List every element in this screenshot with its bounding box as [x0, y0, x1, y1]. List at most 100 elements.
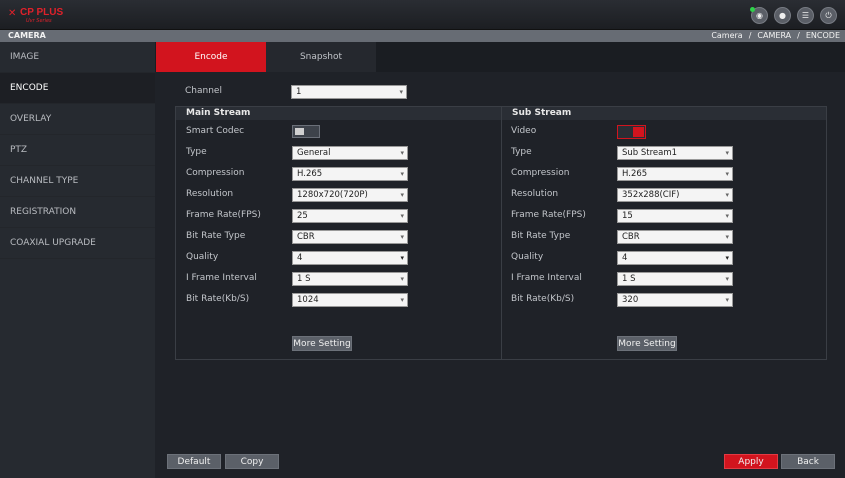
- chevron-down-icon: ▾: [400, 233, 404, 241]
- chevron-down-icon: ▾: [400, 296, 404, 304]
- smart-codec-label: Smart Codec: [186, 126, 245, 136]
- back-button[interactable]: Back: [781, 454, 835, 469]
- main-compression-value: H.265: [297, 169, 323, 179]
- logo-brand-text: CP PLUS: [20, 7, 64, 18]
- main-more-setting-button[interactable]: More Setting: [292, 336, 352, 351]
- tab-encode[interactable]: Encode: [156, 42, 266, 72]
- main-compression-select[interactable]: H.265 ▾: [292, 167, 408, 181]
- sub-bitrate-value: 320: [622, 295, 639, 305]
- sidebar: IMAGE ENCODE OVERLAY PTZ CHANNEL TYPE RE…: [0, 42, 155, 478]
- main-iframe-value: 1 S: [297, 274, 311, 284]
- sidebar-item-coaxial-upgrade[interactable]: COAXIAL UPGRADE: [0, 228, 155, 259]
- main-resolution-select[interactable]: 1280x720(720P) ▾: [292, 188, 408, 202]
- chevron-down-icon: ▾: [725, 233, 729, 241]
- channel-select[interactable]: 1 ▾: [291, 85, 407, 99]
- main-resolution-label: Resolution: [186, 189, 234, 199]
- main-iframe-select[interactable]: 1 S ▾: [292, 272, 408, 286]
- sidebar-item-ptz[interactable]: PTZ: [0, 135, 155, 166]
- sub-bitrate-select[interactable]: 320 ▾: [617, 293, 733, 307]
- breadcrumb-item[interactable]: CAMERA: [757, 31, 791, 40]
- channel-value: 1: [296, 87, 302, 97]
- power-icon[interactable]: ⏻: [820, 7, 837, 24]
- video-toggle[interactable]: [617, 125, 646, 139]
- main-fps-value: 25: [297, 211, 308, 221]
- sub-compression-select[interactable]: H.265 ▾: [617, 167, 733, 181]
- main-bitrate-value: 1024: [297, 295, 319, 305]
- main-type-select[interactable]: General ▾: [292, 146, 408, 160]
- sub-fps-value: 15: [622, 211, 633, 221]
- sub-compression-label: Compression: [511, 168, 570, 178]
- sub-type-value: Sub Stream1: [622, 148, 678, 158]
- main-bitrate-select[interactable]: 1024 ▾: [292, 293, 408, 307]
- sidebar-item-registration[interactable]: REGISTRATION: [0, 197, 155, 228]
- breadcrumb-item[interactable]: Camera: [711, 31, 742, 40]
- sub-type-select[interactable]: Sub Stream1 ▾: [617, 146, 733, 160]
- breadcrumb-separator: /: [748, 31, 752, 40]
- main-fps-label: Frame Rate(FPS): [186, 210, 261, 220]
- apply-button[interactable]: Apply: [724, 454, 778, 469]
- sub-more-setting-button[interactable]: More Setting: [617, 336, 677, 351]
- video-label: Video: [511, 126, 537, 136]
- chevron-down-icon: ▾: [399, 88, 403, 96]
- main-resolution-value: 1280x720(720P): [297, 190, 368, 200]
- main-stream-heading: Main Stream: [176, 107, 501, 120]
- chevron-down-icon: ▾: [400, 275, 404, 283]
- sub-bitrate-type-label: Bit Rate Type: [511, 231, 571, 241]
- sidebar-item-overlay[interactable]: OVERLAY: [0, 104, 155, 135]
- sidebar-item-encode[interactable]: ENCODE: [0, 73, 155, 104]
- stream-settings-panel: Main Stream Sub Stream Smart Codec Type …: [175, 106, 827, 360]
- eye-icon[interactable]: ◉: [750, 7, 768, 24]
- tab-snapshot[interactable]: Snapshot: [266, 42, 376, 72]
- page-title: CAMERA: [8, 31, 46, 40]
- breadcrumb-separator: /: [797, 31, 800, 40]
- chevron-down-icon: ▾: [725, 191, 729, 199]
- breadcrumb: Camera / CAMERA / ENCODE: [711, 30, 840, 42]
- sub-stream-heading: Sub Stream: [502, 107, 826, 120]
- sub-resolution-select[interactable]: 352x288(CIF) ▾: [617, 188, 733, 202]
- logo-mark-icon: ✕: [8, 8, 16, 19]
- chevron-down-icon: ▾: [725, 275, 729, 283]
- main-fps-select[interactable]: 25 ▾: [292, 209, 408, 223]
- toggle-knob: [633, 127, 644, 137]
- main-compression-label: Compression: [186, 168, 245, 178]
- copy-button[interactable]: Copy: [225, 454, 279, 469]
- top-icon-group: ◉ ● ☰ ⏻: [750, 7, 837, 24]
- main-content: Encode Snapshot Channel 1 ▾ Main Stream S…: [155, 42, 845, 478]
- sub-resolution-label: Resolution: [511, 189, 559, 199]
- breadcrumb-item: ENCODE: [805, 31, 840, 40]
- user-icon[interactable]: ●: [774, 7, 791, 24]
- sub-resolution-value: 352x288(CIF): [622, 190, 680, 200]
- main-quality-label: Quality: [186, 252, 219, 262]
- channel-label: Channel: [185, 86, 222, 96]
- main-bitrate-label: Bit Rate(Kb/S): [186, 294, 250, 304]
- sub-bitrate-type-select[interactable]: CBR ▾: [617, 230, 733, 244]
- main-type-value: General: [297, 148, 331, 158]
- title-bar: CAMERA Camera / CAMERA / ENCODE: [0, 30, 845, 42]
- top-bar: ✕ CP PLUS Uvr Series ◉ ● ☰ ⏻: [0, 0, 845, 30]
- chevron-down-icon: ▾: [400, 170, 404, 178]
- menu-icon[interactable]: ☰: [797, 7, 814, 24]
- sidebar-item-image[interactable]: IMAGE: [0, 42, 155, 73]
- default-button[interactable]: Default: [167, 454, 221, 469]
- chevron-down-icon: ▾: [725, 170, 729, 178]
- main-iframe-label: I Frame Interval: [186, 273, 257, 283]
- sub-iframe-select[interactable]: 1 S ▾: [617, 272, 733, 286]
- chevron-down-icon: ▾: [400, 254, 404, 262]
- main-quality-select[interactable]: 4 ▾: [292, 251, 408, 265]
- chevron-down-icon: ▾: [725, 212, 729, 220]
- chevron-down-icon: ▾: [400, 191, 404, 199]
- chevron-down-icon: ▾: [725, 149, 729, 157]
- status-dot-icon: [750, 7, 755, 12]
- sub-quality-select[interactable]: 4 ▾: [617, 251, 733, 265]
- main-bitrate-type-value: CBR: [297, 232, 315, 242]
- sub-fps-select[interactable]: 15 ▾: [617, 209, 733, 223]
- chevron-down-icon: ▾: [725, 296, 729, 304]
- sub-iframe-label: I Frame Interval: [511, 273, 582, 283]
- smart-codec-toggle[interactable]: [292, 125, 320, 138]
- sub-bitrate-type-value: CBR: [622, 232, 640, 242]
- sidebar-item-channel-type[interactable]: CHANNEL TYPE: [0, 166, 155, 197]
- sub-type-label: Type: [511, 147, 532, 157]
- main-bitrate-type-select[interactable]: CBR ▾: [292, 230, 408, 244]
- main-type-label: Type: [186, 147, 207, 157]
- main-quality-value: 4: [297, 253, 303, 263]
